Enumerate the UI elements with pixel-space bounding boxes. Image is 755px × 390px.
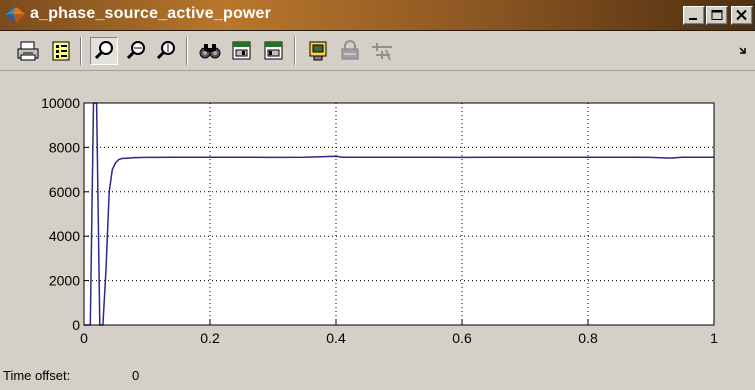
parameters-button[interactable]: [47, 37, 75, 65]
scope-window: a_phase_source_active_power 0 0.2 0.4 0.…: [0, 0, 755, 390]
floating-scope-button[interactable]: [304, 37, 332, 65]
lock-axes-button[interactable]: [336, 37, 364, 65]
y-tick-label: 2000: [49, 273, 80, 289]
toolbar-separator: [186, 37, 188, 65]
y-tick-label: 8000: [49, 139, 80, 155]
signal-selector-icon: [372, 43, 392, 61]
autoscale-icon: [199, 44, 221, 59]
save-axes-icon: [232, 41, 251, 60]
minimize-icon: [689, 18, 697, 20]
close-button[interactable]: [731, 6, 753, 25]
signal-selector-button[interactable]: [368, 37, 396, 65]
x-tick-label: 1: [710, 330, 718, 346]
print-button[interactable]: [14, 37, 42, 65]
zoom-x-icon: [126, 41, 145, 60]
toolbar: [0, 31, 755, 71]
toolbar-separator: [80, 37, 82, 65]
title-bar[interactable]: a_phase_source_active_power: [0, 0, 755, 31]
print-icon: [17, 41, 39, 61]
y-tick-label: 10000: [41, 95, 80, 111]
zoom-y-button[interactable]: [152, 37, 180, 65]
restore-axes-button[interactable]: [260, 37, 288, 65]
floating-scope-icon: [309, 41, 327, 61]
x-tick-label: 0.2: [200, 330, 220, 346]
autoscale-button[interactable]: [196, 37, 224, 65]
zoom-button[interactable]: [90, 37, 118, 65]
y-tick-label: 0: [72, 317, 80, 333]
x-tick-label: 0.6: [452, 330, 472, 346]
simulink-scope-icon: [4, 5, 26, 25]
save-axes-button[interactable]: [228, 37, 256, 65]
x-tick-label: 0.8: [578, 330, 598, 346]
zoom-icon: [94, 41, 113, 60]
y-tick-label: 6000: [49, 184, 80, 200]
zoom-x-button[interactable]: [122, 37, 150, 65]
x-tick-label: 0.4: [326, 330, 346, 346]
restore-axes-icon: [264, 41, 283, 60]
toolbar-overflow-arrow-icon[interactable]: [737, 43, 751, 57]
zoom-y-icon: [156, 41, 175, 60]
status-bar: Time offset: 0: [0, 364, 755, 390]
maximize-button[interactable]: [706, 6, 728, 25]
time-offset-value: 0: [132, 368, 140, 383]
parameters-icon: [52, 41, 70, 61]
minimize-button[interactable]: [683, 6, 705, 25]
plot-area: 0 0.2 0.4 0.6 0.8 1 0 2000 4000 6000 8000 10000: [0, 72, 755, 364]
scope-plot[interactable]: 0 0.2 0.4 0.6 0.8 1 0 2000 4000 6000 8000 10000: [0, 72, 755, 364]
x-tick-label: 0: [80, 330, 88, 346]
close-icon: [736, 9, 747, 21]
toolbar-separator: [294, 37, 296, 65]
time-offset-label: Time offset:: [3, 368, 71, 383]
axes-background: [84, 103, 714, 325]
maximize-icon: [711, 10, 723, 20]
lock-axes-icon: [341, 40, 359, 60]
window-title: a_phase_source_active_power: [30, 5, 272, 22]
y-tick-label: 4000: [49, 228, 80, 244]
